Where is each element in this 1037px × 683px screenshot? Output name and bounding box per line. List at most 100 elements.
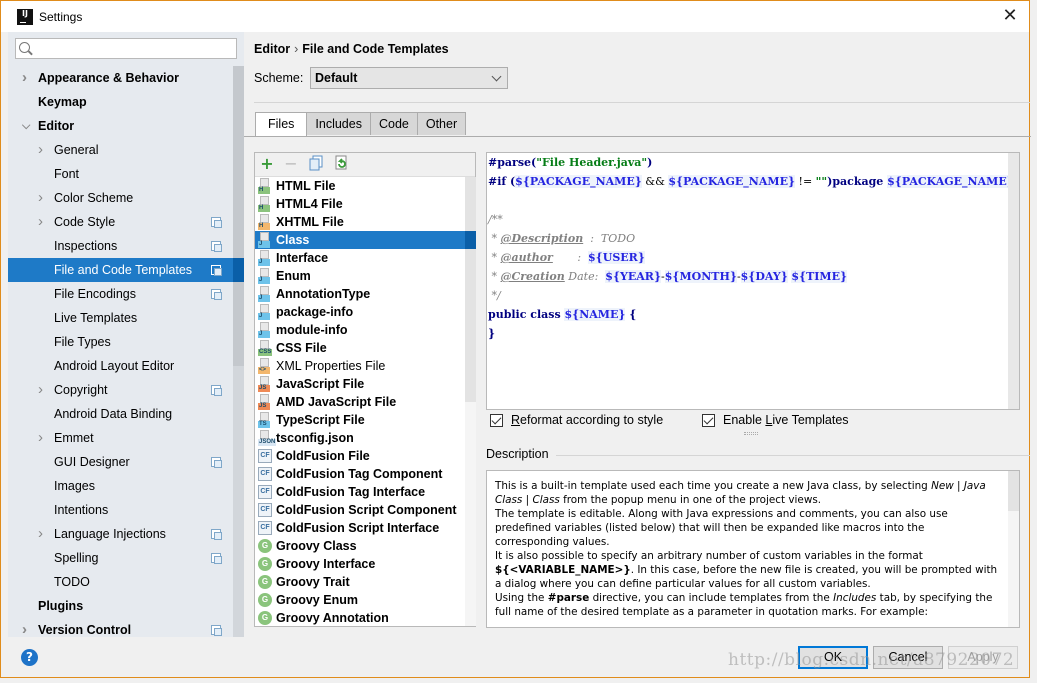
remove-template-button[interactable]: − bbox=[282, 155, 300, 173]
tab-includes[interactable]: Includes bbox=[306, 112, 371, 135]
reformat-checkbox[interactable] bbox=[490, 413, 503, 427]
sidebar-item-language-injections[interactable]: › Language Injections bbox=[8, 522, 233, 546]
template-list-item[interactable]: H HTML File bbox=[255, 177, 465, 195]
template-list-item[interactable]: Jmodule-info bbox=[255, 321, 465, 339]
chevron-right-icon[interactable]: › bbox=[22, 66, 27, 90]
template-list-item[interactable]: <> XML Properties File bbox=[255, 357, 465, 375]
description-scrollbar[interactable] bbox=[1008, 471, 1019, 627]
template-name: ColdFusion Script Interface bbox=[276, 521, 440, 535]
template-list-item[interactable]: J Interface bbox=[255, 249, 465, 267]
template-list-item[interactable]: G Groovy Interface bbox=[255, 555, 465, 573]
chevron-right-icon[interactable]: › bbox=[38, 522, 43, 546]
sidebar-item-intentions[interactable]: Intentions bbox=[8, 498, 233, 522]
sidebar-item-images[interactable]: Images bbox=[8, 474, 233, 498]
settings-search-input[interactable] bbox=[15, 38, 237, 59]
breadcrumb-editor[interactable]: Editor bbox=[254, 42, 290, 56]
code-line[interactable]: } bbox=[487, 324, 1019, 343]
template-list-item[interactable]: JS JavaScript File bbox=[255, 375, 465, 393]
sidebar-item-gui-designer[interactable]: GUI Designer bbox=[8, 450, 233, 474]
chevron-right-icon[interactable]: › bbox=[38, 138, 43, 162]
copy-template-button[interactable] bbox=[307, 155, 325, 173]
sidebar-item-emmet[interactable]: › Emmet bbox=[8, 426, 233, 450]
reformat-option[interactable]: Reformat according to style bbox=[490, 413, 663, 427]
sidebar-item-color-scheme[interactable]: › Color Scheme bbox=[8, 186, 233, 210]
tab-other[interactable]: Other bbox=[416, 112, 467, 135]
code-line[interactable]: * @Creation Date: ${YEAR}-${MONTH}-${DAY… bbox=[487, 267, 1019, 286]
reformat-label: Reformat according to style bbox=[511, 413, 664, 427]
template-list-item[interactable]: CF ColdFusion Script Interface bbox=[255, 519, 465, 537]
template-list-item[interactable]: H HTML4 File bbox=[255, 195, 465, 213]
template-list-item[interactable]: H XHTML File bbox=[255, 213, 465, 231]
splitter-grip[interactable] bbox=[744, 432, 758, 435]
template-list-item[interactable]: G Groovy Enum bbox=[255, 591, 465, 609]
template-list-item[interactable]: J Class bbox=[255, 231, 465, 249]
sidebar-item-general[interactable]: › General bbox=[8, 138, 233, 162]
sidebar-item-android-data-binding[interactable]: Android Data Binding bbox=[8, 402, 233, 426]
template-list-item[interactable]: TS TypeScript File bbox=[255, 411, 465, 429]
template-code-editor[interactable]: #parse("File Header.java") #if (${PACKAGE… bbox=[486, 152, 1020, 410]
sidebar-item-todo[interactable]: TODO bbox=[8, 570, 233, 594]
cancel-button[interactable]: Cancel bbox=[873, 646, 943, 669]
sidebar-item-keymap[interactable]: Keymap bbox=[8, 90, 233, 114]
sidebar-item-font[interactable]: Font bbox=[8, 162, 233, 186]
sidebar-item-editor[interactable]: ⌵ Editor bbox=[8, 114, 233, 138]
template-list-item[interactable]: G Groovy Trait bbox=[255, 573, 465, 591]
sidebar-item-plugins[interactable]: Plugins bbox=[8, 594, 233, 618]
chevron-right-icon[interactable]: › bbox=[22, 618, 27, 642]
ok-button[interactable]: OK bbox=[798, 646, 868, 669]
template-list-item[interactable]: JSON tsconfig.json bbox=[255, 429, 465, 447]
code-line[interactable]: #parse("File Header.java") bbox=[487, 153, 1019, 172]
template-list-item[interactable]: G Groovy Class bbox=[255, 537, 465, 555]
sidebar-item-android-layout-editor[interactable]: Android Layout Editor bbox=[8, 354, 233, 378]
code-line[interactable]: #if (${PACKAGE_NAME} && ${PACKAGE_NAME} … bbox=[487, 172, 1019, 191]
template-list-item[interactable]: CF ColdFusion Tag Component bbox=[255, 465, 465, 483]
live-templates-checkbox[interactable] bbox=[702, 413, 715, 427]
tab-code[interactable]: Code bbox=[369, 112, 418, 135]
sidebar-item-live-templates[interactable]: Live Templates bbox=[8, 306, 233, 330]
code-line[interactable]: */ bbox=[487, 286, 1019, 305]
sidebar-item-spelling[interactable]: Spelling bbox=[8, 546, 233, 570]
sidebar-item-inspections[interactable]: Inspections bbox=[8, 234, 233, 258]
tab-files[interactable]: Files bbox=[255, 112, 308, 137]
chevron-down-icon[interactable]: ⌵ bbox=[22, 114, 30, 138]
template-list-item[interactable]: JS AMD JavaScript File bbox=[255, 393, 465, 411]
chevron-right-icon[interactable]: › bbox=[38, 186, 43, 210]
apply-button[interactable]: Apply bbox=[948, 646, 1018, 669]
chevron-right-icon[interactable]: › bbox=[38, 378, 43, 402]
template-list-item[interactable]: J Enum bbox=[255, 267, 465, 285]
template-list-item[interactable]: J AnnotationType bbox=[255, 285, 465, 303]
sidebar-item-appearance-behavior[interactable]: › Appearance & Behavior bbox=[8, 66, 233, 90]
template-list-item[interactable]: G Groovy Annotation bbox=[255, 609, 465, 627]
reset-template-button[interactable] bbox=[332, 155, 350, 173]
code-line[interactable] bbox=[487, 191, 1019, 210]
sidebar-item-version-control[interactable]: › Version Control bbox=[8, 618, 233, 642]
template-list-item[interactable]: Jpackage-info bbox=[255, 303, 465, 321]
sidebar-item-copyright[interactable]: › Copyright bbox=[8, 378, 233, 402]
chevron-right-icon[interactable]: › bbox=[38, 210, 43, 234]
live-templates-option[interactable]: Enable Live Templates bbox=[702, 413, 849, 427]
help-icon: ? bbox=[26, 650, 33, 664]
help-button[interactable]: ? bbox=[21, 649, 38, 666]
code-line[interactable]: * @author : ${USER} bbox=[487, 248, 1019, 267]
template-list-item[interactable]: CF ColdFusion File bbox=[255, 447, 465, 465]
sidebar-scrollbar[interactable] bbox=[233, 66, 244, 637]
sidebar-scrollbar-thumb[interactable] bbox=[233, 66, 244, 366]
template-list-item[interactable]: CSS CSS File bbox=[255, 339, 465, 357]
sidebar-item-file-encodings[interactable]: File Encodings bbox=[8, 282, 233, 306]
list-scrollbar-thumb[interactable] bbox=[465, 177, 476, 402]
editor-scrollbar[interactable] bbox=[1008, 153, 1019, 409]
code-line[interactable]: /** bbox=[487, 210, 1019, 229]
template-list-item[interactable]: CF ColdFusion Tag Interface bbox=[255, 483, 465, 501]
code-line[interactable]: public class ${NAME} { bbox=[487, 305, 1019, 324]
close-button[interactable]: ✕ bbox=[999, 6, 1021, 26]
chevron-right-icon[interactable]: › bbox=[38, 426, 43, 450]
sidebar-item-code-style[interactable]: › Code Style bbox=[8, 210, 233, 234]
sidebar-item-file-types[interactable]: File Types bbox=[8, 330, 233, 354]
code-content[interactable]: #parse("File Header.java") #if (${PACKAGE… bbox=[487, 153, 1019, 343]
sidebar-item-file-and-code-templates[interactable]: File and Code Templates bbox=[8, 258, 233, 282]
add-template-button[interactable]: + bbox=[258, 155, 276, 173]
description-scrollbar-thumb[interactable] bbox=[1008, 471, 1019, 511]
template-list-item[interactable]: CF ColdFusion Script Component bbox=[255, 501, 465, 519]
scheme-dropdown[interactable]: Default bbox=[310, 67, 508, 89]
code-line[interactable]: * @Description : TODO bbox=[487, 229, 1019, 248]
